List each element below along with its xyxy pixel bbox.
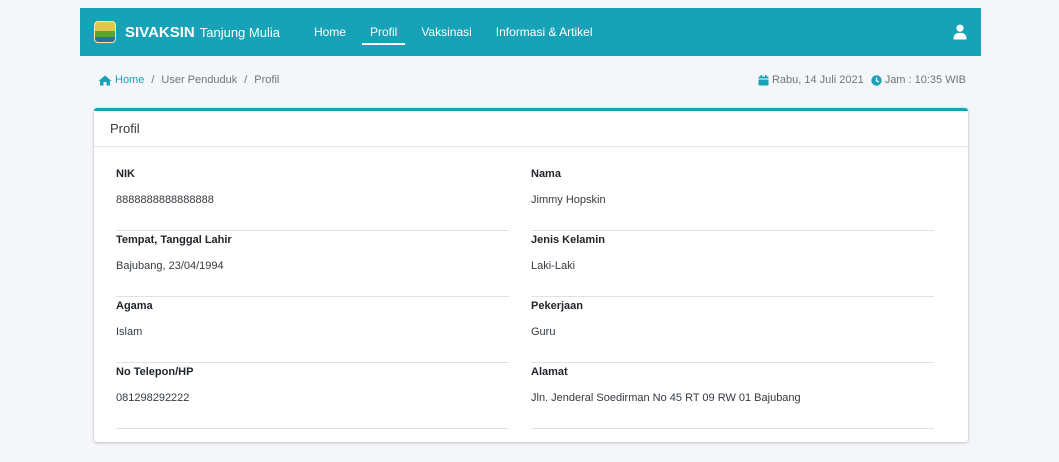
field-label: Agama (116, 300, 153, 312)
field-label: NIK (116, 168, 135, 180)
breadcrumb-home-label: Home (115, 74, 145, 86)
date-text: Rabu, 14 Juli 2021 (771, 74, 864, 86)
brand-subtitle: Tanjung Mulia (199, 24, 280, 40)
main-nav: Home Profil Vaksinasi Informasi & Artike… (302, 8, 605, 56)
field-label: No Telepon/HP (116, 366, 194, 378)
field-value: Jln. Jenderal Soedirman No 45 RT 09 RW 0… (531, 392, 801, 404)
profile-fields: NIK 8888888888888888 Nama Jimmy Hopskin … (116, 165, 934, 429)
breadcrumb-user[interactable]: User Penduduk (161, 74, 237, 86)
field-value: Islam (116, 326, 143, 338)
field-tempat-tanggal-lahir: Tempat, Tanggal Lahir Bajubang, 23/04/19… (116, 231, 509, 297)
datetime: Rabu, 14 Juli 2021 Jam : 10:35 WIB (758, 74, 966, 86)
field-pekerjaan: Pekerjaan Guru (531, 297, 934, 363)
field-value: 8888888888888888 (116, 194, 214, 206)
breadcrumb-separator: / (151, 74, 155, 86)
nav-item-vaksinasi[interactable]: Vaksinasi (409, 8, 483, 56)
field-jenis-kelamin: Jenis Kelamin Laki-Laki (531, 231, 934, 297)
field-value: Jimmy Hopskin (531, 194, 606, 206)
brand-name: SIVAKSIN (125, 23, 195, 41)
card-title: Profil (94, 111, 968, 147)
field-label: Alamat (531, 366, 568, 378)
field-value: Bajubang, 23/04/1994 (116, 260, 224, 272)
field-value: Laki-Laki (531, 260, 576, 272)
nav-item-informasi-artikel[interactable]: Informasi & Artikel (484, 8, 605, 56)
time-text: Jam : 10:35 WIB (884, 74, 966, 86)
clock-icon (870, 74, 882, 86)
home-icon (98, 75, 112, 85)
field-label: Tempat, Tanggal Lahir (116, 234, 232, 246)
field-label: Jenis Kelamin (531, 234, 605, 246)
field-nama: Nama Jimmy Hopskin (531, 165, 934, 231)
field-nik: NIK 8888888888888888 (116, 165, 509, 231)
field-value: 081298292222 (116, 392, 190, 404)
field-label: Pekerjaan (531, 300, 583, 312)
breadcrumb-row: Home / User Penduduk / Profil Rabu, 14 J… (98, 72, 966, 88)
breadcrumb: Home / User Penduduk / Profil (98, 74, 279, 86)
breadcrumb-home[interactable]: Home (98, 74, 144, 86)
top-navbar: SIVAKSIN Tanjung Mulia Home Profil Vaksi… (80, 8, 981, 56)
field-agama: Agama Islam (116, 297, 509, 363)
breadcrumb-separator: / (244, 74, 248, 86)
nav-item-home[interactable]: Home (302, 8, 358, 56)
nav-item-profil[interactable]: Profil (358, 8, 409, 56)
field-no-telepon: No Telepon/HP 081298292222 (116, 363, 509, 429)
brand[interactable]: SIVAKSIN Tanjung Mulia (94, 21, 280, 43)
field-alamat: Alamat Jln. Jenderal Soedirman No 45 RT … (531, 363, 934, 429)
field-value: Guru (531, 326, 556, 338)
calendar-icon (758, 74, 769, 86)
field-label: Nama (531, 168, 561, 180)
profile-card: Profil NIK 8888888888888888 Nama Jimmy H… (94, 108, 968, 442)
user-icon[interactable] (953, 24, 967, 40)
brand-logo (94, 21, 116, 43)
breadcrumb-current: Profil (254, 74, 280, 86)
